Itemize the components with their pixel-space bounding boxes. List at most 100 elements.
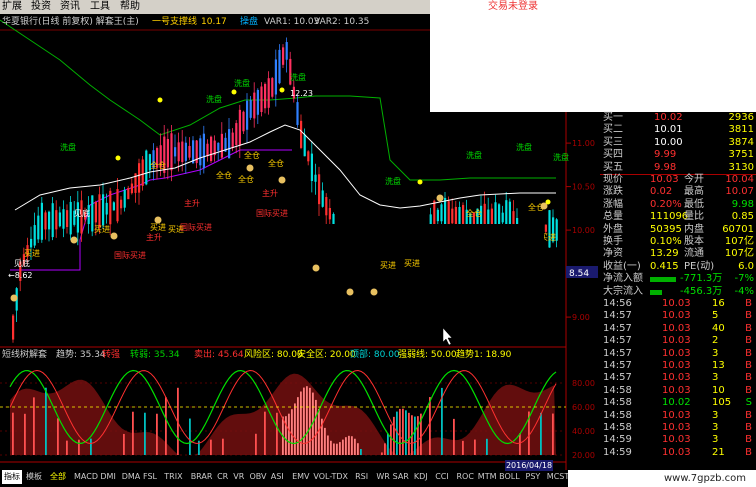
indicator-tab[interactable]: EMV xyxy=(292,470,309,484)
indicator-tab[interactable]: MTM xyxy=(478,470,497,484)
candle-body xyxy=(192,140,195,164)
fund-row[interactable]: 净资 13.29 流通 107亿 xyxy=(600,248,756,260)
indicator-tab[interactable]: BRAR xyxy=(191,470,213,484)
indicator-tab[interactable]: 模板 xyxy=(26,470,42,484)
candle-body xyxy=(170,133,173,171)
person-marker-icon xyxy=(231,89,237,95)
indicator-tab[interactable]: KDJ xyxy=(414,470,428,484)
indicator-tab[interactable]: VR xyxy=(233,470,244,484)
tick-row[interactable]: 14:57 10.03 40 B xyxy=(600,323,756,335)
sub-tick-label: 60.00 xyxy=(572,403,595,412)
indicator-tab[interactable]: WR xyxy=(376,470,389,484)
flow-bar xyxy=(650,289,662,295)
tick-time: 14:58 xyxy=(603,384,632,396)
candle-body xyxy=(278,49,281,84)
flow-value: -456.3万 xyxy=(680,285,723,297)
indicator-tab[interactable]: ASI xyxy=(271,470,284,484)
trade-login-status[interactable]: 交易未登录 xyxy=(488,1,538,13)
flow-row[interactable]: 大宗流入 -456.3万 -4% xyxy=(600,286,756,298)
tick-row[interactable]: 14:57 10.03 3 B xyxy=(600,372,756,384)
candle-body xyxy=(123,189,126,208)
indicator-tab[interactable]: 指标 xyxy=(2,470,22,484)
indicator-tab[interactable]: DMA xyxy=(122,470,141,484)
tick-volume: 5 xyxy=(712,310,719,322)
menu-item-invest[interactable]: 投资 xyxy=(31,1,51,13)
menu-item-news[interactable]: 资讯 xyxy=(60,1,80,13)
main-rise-annotation: 主升 xyxy=(146,232,162,242)
tick-time: 14:57 xyxy=(603,322,632,334)
flow-row[interactable]: 净流入额 -771.3万 -7% xyxy=(600,273,756,285)
tick-row[interactable]: 14:59 10.03 3 B xyxy=(600,434,756,446)
candle-body xyxy=(501,212,504,223)
tick-price: 10.03 xyxy=(662,360,691,371)
candle-body xyxy=(235,123,238,146)
sub-chart-infobar: 短线树解套 趋势: 35.34 转强 转弱: 35.34 卖出: 45.64 风… xyxy=(0,348,565,362)
stat-row[interactable]: 现价 10.03 今开 10.04 xyxy=(600,174,756,186)
indicator-tabs: 指标 模板 全部 MACD DMI DMA FSL TRIX BRAR CR VR OBV ASI EMV… xyxy=(0,470,569,484)
stat-row[interactable]: 外盘 50395 内盘 60701 xyxy=(600,224,756,236)
candle-body xyxy=(51,203,54,238)
state-buy-annotation: 国际买进 xyxy=(114,251,146,260)
indicator-tab[interactable]: ROC xyxy=(457,470,474,484)
tick-row[interactable]: 14:58 10.03 3 B xyxy=(600,422,756,434)
indicator-tab[interactable]: TRIX xyxy=(164,470,182,484)
tick-row[interactable]: 14:59 10.03 21 B xyxy=(600,447,756,459)
sub-bar xyxy=(540,412,542,455)
tick-row[interactable]: 14:58 10.03 10 B xyxy=(600,385,756,397)
indicator-tab[interactable]: CR xyxy=(217,470,228,484)
tick-volume: 2 xyxy=(712,335,719,347)
fund-row[interactable]: 换手 0.10% 股本 107亿 xyxy=(600,236,756,248)
bid-row[interactable]: 买五 9.98 3130 xyxy=(600,162,756,174)
candle-body xyxy=(138,163,141,193)
tick-row[interactable]: 14:58 10.02 105 S xyxy=(600,397,756,409)
bid-row[interactable]: 买一 10.02 2936 xyxy=(600,112,756,124)
sub-bar xyxy=(390,424,392,455)
indicator-tab[interactable]: CCI xyxy=(435,470,449,484)
indicator-tab[interactable]: RSI xyxy=(355,470,368,484)
sub-risk: 风险区: 80.00 xyxy=(244,350,303,360)
indicator-tab[interactable]: 全部 xyxy=(50,470,66,484)
candle-body xyxy=(310,153,313,181)
tick-row[interactable]: 14:57 10.03 5 B xyxy=(600,310,756,322)
indicator-tab[interactable]: BOLL xyxy=(499,470,520,484)
fund-row[interactable]: 收益(一) 0.415 PE(动) 6.0 xyxy=(600,261,756,273)
sub-bar xyxy=(324,427,326,455)
sub-bar xyxy=(294,403,296,455)
stat-row[interactable]: 涨跌 0.02 最高 10.07 xyxy=(600,186,756,198)
menu-item-extend[interactable]: 扩展 xyxy=(2,1,22,13)
bid-row[interactable]: 买三 10.00 3874 xyxy=(600,137,756,149)
tick-row[interactable]: 14:57 10.03 2 B xyxy=(600,335,756,347)
indicator-tab[interactable]: SAR xyxy=(393,470,409,484)
indicator-tab[interactable]: FSL xyxy=(143,470,157,484)
fund-label: PE(动) xyxy=(684,260,715,272)
menu-item-help[interactable]: 帮助 xyxy=(120,1,140,13)
indicator-tab[interactable]: MCST xyxy=(547,470,569,484)
flow-label: 净流入额 xyxy=(603,273,643,285)
tick-side: B xyxy=(745,310,752,322)
bid-row[interactable]: 买二 10.01 3811 xyxy=(600,124,756,136)
indicator-tab[interactable]: PSY xyxy=(526,470,541,484)
candle-body xyxy=(220,133,223,158)
indicator-tab[interactable]: VOL-TDX xyxy=(313,470,348,484)
candle-body xyxy=(271,78,274,97)
menu-item-tools[interactable]: 工具 xyxy=(90,1,110,13)
tick-price: 10.03 xyxy=(662,310,691,322)
stat-row[interactable]: 涨幅 0.20% 最低 9.98 xyxy=(600,199,756,211)
sub-title[interactable]: 短线树解套 xyxy=(2,348,47,362)
candle-body xyxy=(260,86,263,113)
bid-row[interactable]: 买四 9.99 3751 xyxy=(600,149,756,161)
indicator-tab[interactable]: MACD xyxy=(74,470,98,484)
tick-side: S xyxy=(745,397,752,409)
stock-title[interactable]: 华夏银行(日线 前复权) 解套王(主) xyxy=(2,15,139,29)
indicator-tab[interactable]: OBV xyxy=(250,470,267,484)
tick-row[interactable]: 14:56 10.03 16 B xyxy=(600,298,756,310)
tick-row[interactable]: 14:57 10.03 3 B xyxy=(600,348,756,360)
tick-row[interactable]: 14:57 10.03 13 B xyxy=(600,360,756,372)
candle-body xyxy=(246,100,249,130)
stat-row[interactable]: 总量 111096 量比 0.85 xyxy=(600,211,756,223)
sub-bar xyxy=(189,418,191,455)
indicator-tab[interactable]: DMI xyxy=(100,470,115,484)
money-bag-icon xyxy=(278,176,286,184)
tick-row[interactable]: 14:58 10.03 3 B xyxy=(600,410,756,422)
tick-price: 10.03 xyxy=(662,422,691,433)
